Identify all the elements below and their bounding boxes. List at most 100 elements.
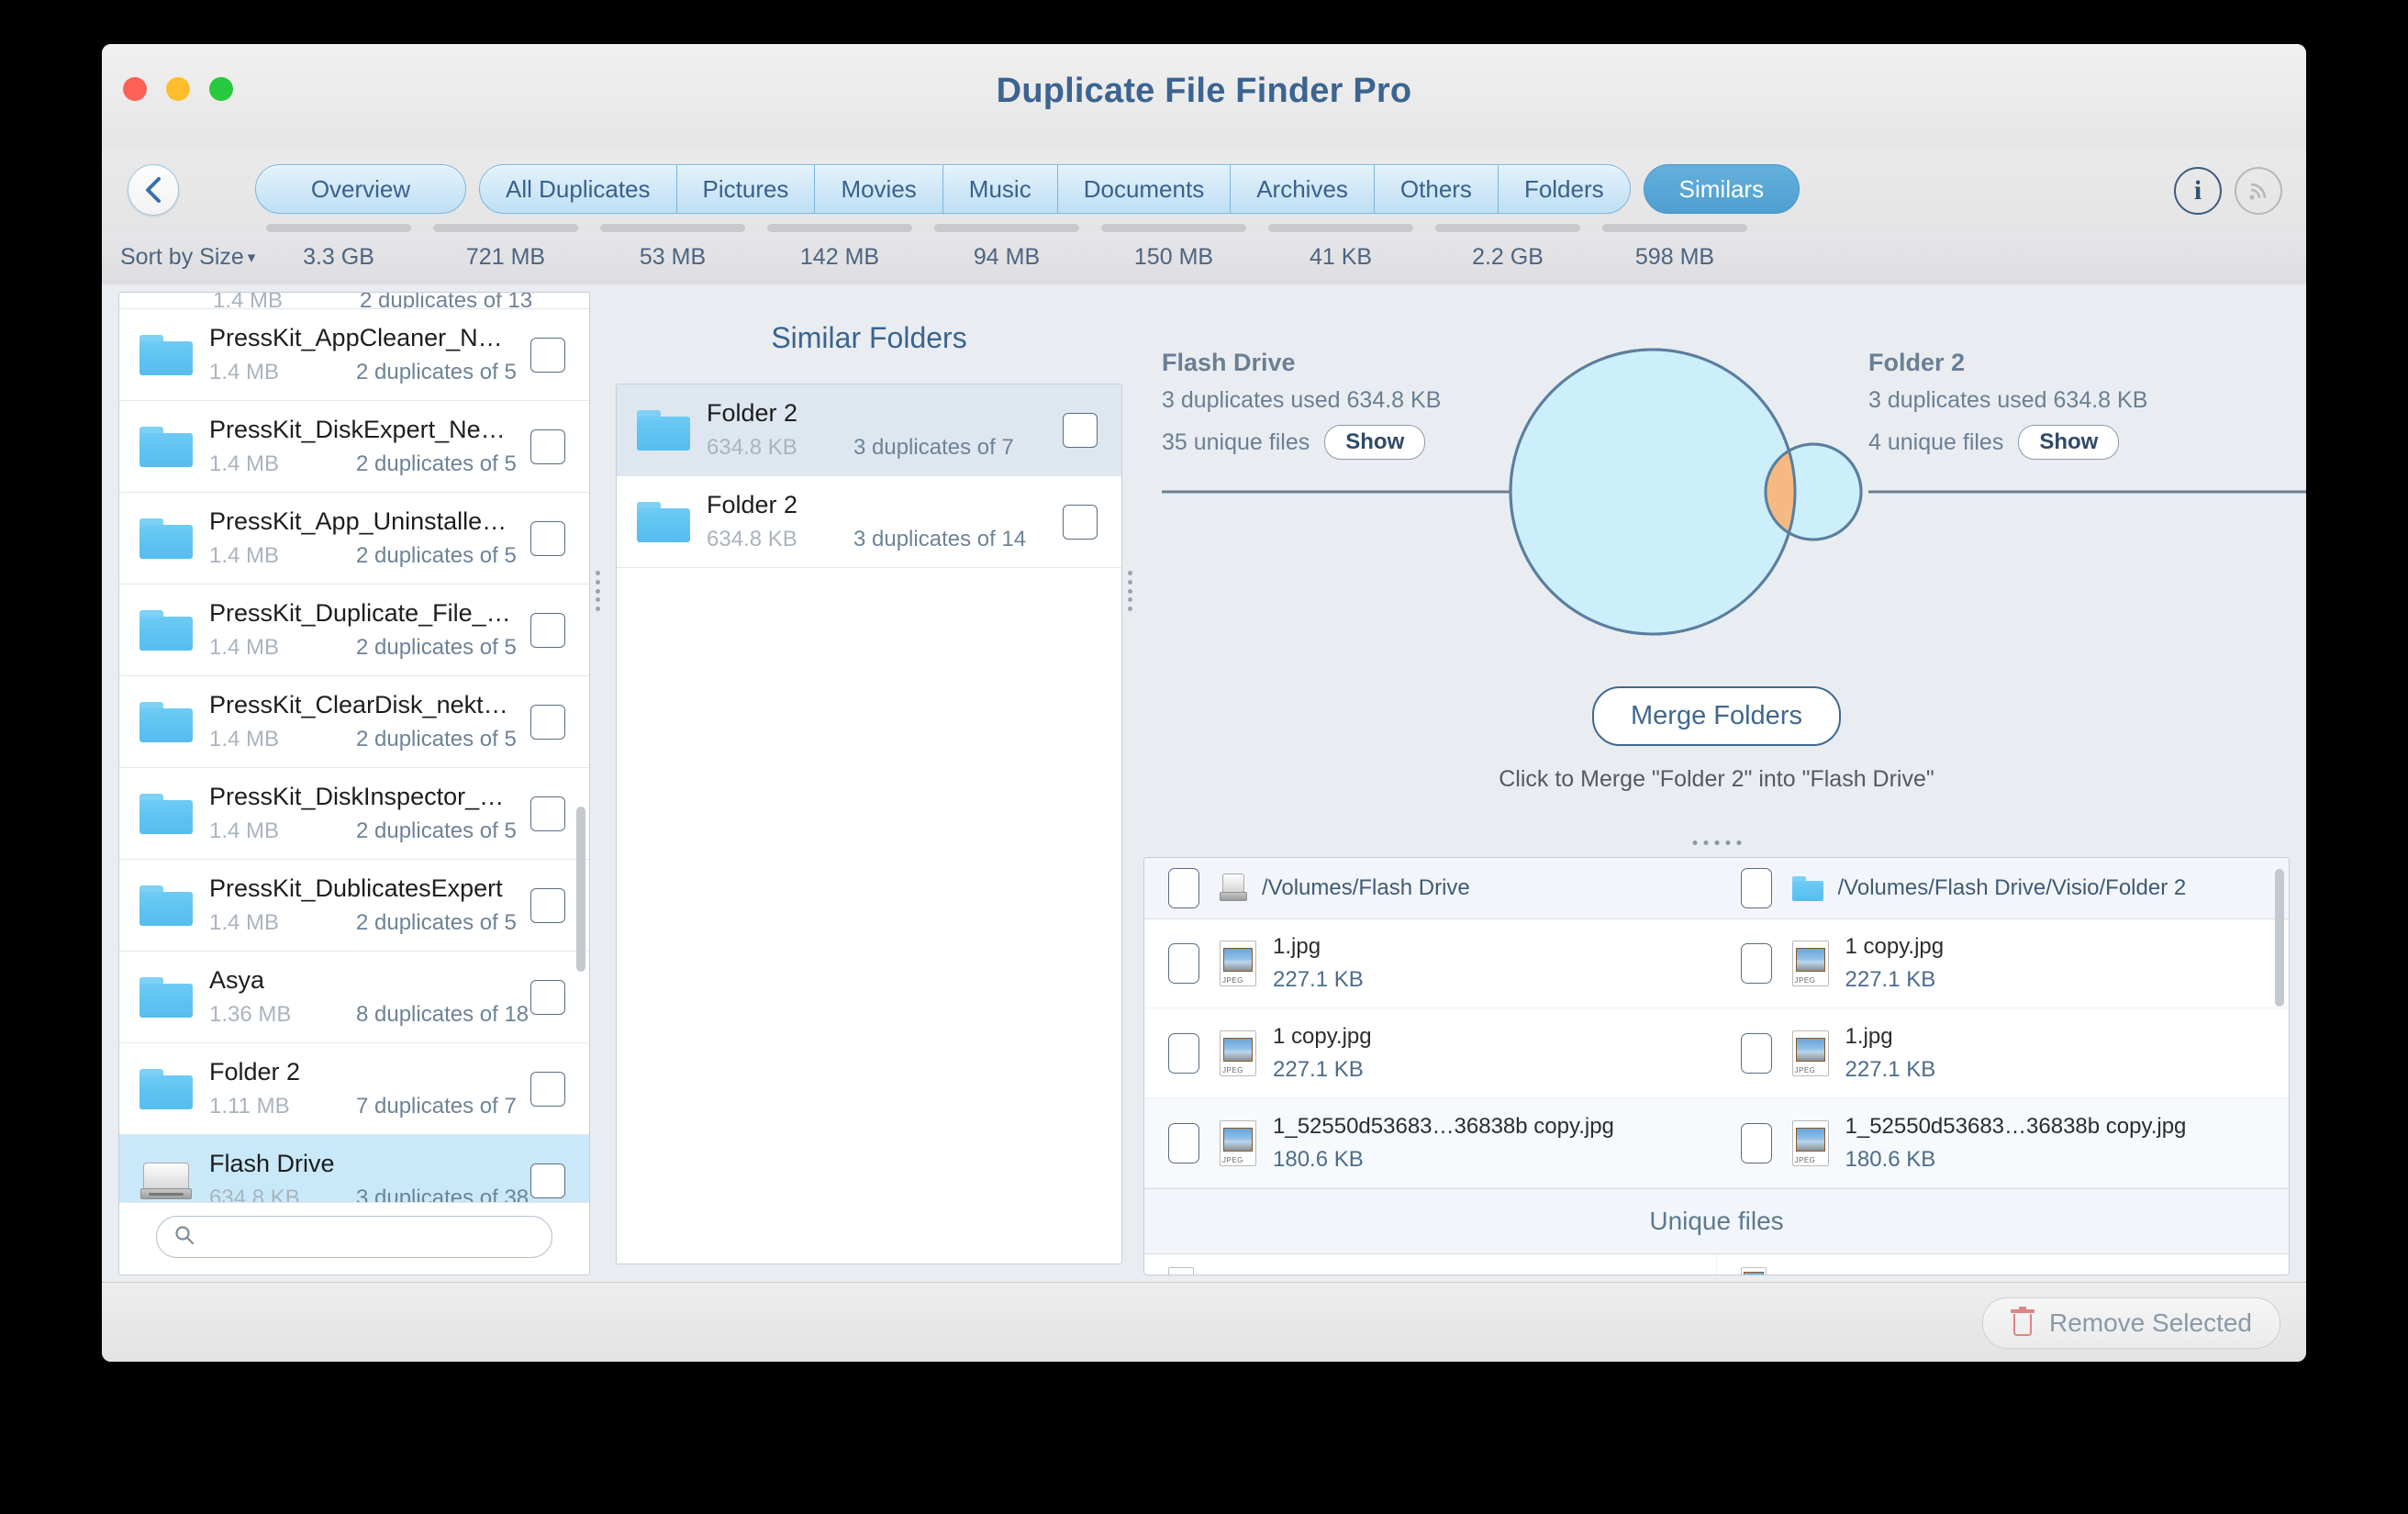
list-item-checkbox[interactable] [530, 612, 565, 648]
file-cell-left[interactable]: JPEG 1 copy.jpg 227.1 KB [1144, 1008, 1717, 1097]
divider-handle-right[interactable] [1128, 571, 1135, 611]
file-size: 0 B [1658, 1271, 1690, 1275]
list-item-checkbox[interactable] [530, 429, 565, 464]
unique-file-cell-left[interactable]: .com.apple.timemachine.supp… 0 B [1144, 1254, 1717, 1275]
list-item[interactable]: PressKit_ClearDisk_nekt… 1.4 MB 2 duplicat… [119, 676, 589, 768]
search-box[interactable] [156, 1216, 552, 1258]
list-item[interactable]: PressKit_DiskExpert_Ne… 1.4 MB 2 duplicate… [119, 401, 589, 493]
tab-pictures[interactable]: Pictures [677, 165, 816, 213]
unique-files-title: Unique files [1144, 1188, 2289, 1254]
file-checkbox[interactable] [1740, 1032, 1772, 1074]
folder-icon [139, 976, 193, 1018]
file-checkbox[interactable] [1168, 1122, 1199, 1163]
file-cell-left[interactable]: JPEG 1_52550d53683…36838b copy.jpg 180.6 K… [1144, 1098, 1717, 1187]
file-table-scrollbar[interactable] [2275, 869, 2284, 1007]
venn-left-show-button[interactable]: Show [1324, 425, 1426, 460]
search-input[interactable] [205, 1223, 534, 1251]
tab-pip [934, 224, 1079, 232]
table-row[interactable]: JPEG 1.jpg 227.1 KB JPEG 1 copy.jpg 227.1 KB [1144, 918, 2289, 1008]
list-item[interactable]: Asya 1.36 MB 8 duplicates of 18 [119, 952, 589, 1043]
list-item[interactable]: PressKit_Duplicate_File_… 1.4 MB 2 duplica… [119, 584, 589, 676]
tab-pip [600, 224, 745, 232]
list-item[interactable]: 1.4 MB 2 duplicates of 13 [119, 293, 589, 309]
info-icon[interactable]: i [2174, 167, 2222, 215]
list-item-duplicates: 3 duplicates of 7 [853, 435, 1014, 460]
file-cell-left[interactable]: JPEG 1.jpg 227.1 KB [1144, 918, 1717, 1007]
drive-icon [139, 1161, 193, 1201]
list-item-checkbox[interactable] [530, 979, 565, 1015]
list-item-checkbox[interactable] [530, 796, 565, 831]
list-item-checkbox[interactable] [1063, 412, 1098, 448]
list-item-checkbox[interactable] [1063, 504, 1098, 540]
similar-folders-list[interactable]: Folder 2 634.8 KB 3 duplicates of 7 Folder … [616, 384, 1122, 1264]
merge-folders-button[interactable]: Merge Folders [1592, 686, 1841, 746]
list-item-size: 1.36 MB [209, 1002, 292, 1027]
list-item[interactable]: Folder 2 634.8 KB 3 duplicates of 7 [617, 384, 1121, 476]
resize-grip[interactable] [1692, 840, 1741, 845]
tab-size-value: 94 MB [973, 244, 1041, 270]
file-checkbox[interactable] [1740, 942, 1772, 984]
list-item-checkbox[interactable] [530, 520, 565, 556]
folder-icon [1791, 875, 1823, 901]
table-row[interactable]: JPEG 1_52550d53683…36838b copy.jpg 180.6 K… [1144, 1098, 2289, 1188]
file-table-body[interactable]: JPEG 1.jpg 227.1 KB JPEG 1 copy.jpg 227.1 KB J… [1144, 918, 2289, 1275]
list-item[interactable]: Folder 2 1.11 MB 7 duplicates of 7 [119, 1043, 589, 1135]
tab-pip [1101, 224, 1246, 232]
table-row[interactable]: .com.apple.timemachine.supp… 0 B ocean cop… [1144, 1254, 2289, 1275]
duplicates-list[interactable]: 1.4 MB 2 duplicates of 13 PressKit_AppClea… [119, 293, 589, 1203]
list-item-duplicates: 2 duplicates of 5 [356, 635, 517, 660]
tab-similars[interactable]: Similars [1643, 164, 1800, 214]
list-item[interactable]: PressKit_DublicatesExpert 1.4 MB 2 duplica… [119, 860, 589, 952]
file-checkbox[interactable] [1740, 1122, 1772, 1163]
app-window: Duplicate File Finder Pro Overview All D… [102, 44, 2306, 1362]
tab-overview[interactable]: Overview [255, 164, 466, 214]
tab-pip [1602, 224, 1747, 232]
tab-archives[interactable]: Archives [1231, 165, 1375, 213]
tab-all-duplicates[interactable]: All Duplicates [480, 165, 677, 213]
tab-music[interactable]: Music [943, 165, 1058, 213]
sort-by-dropdown[interactable]: Sort by Size ▾ [120, 244, 255, 271]
list-item-duplicates: 7 duplicates of 7 [356, 1094, 517, 1119]
list-item-checkbox[interactable] [530, 704, 565, 740]
folder-icon [139, 885, 193, 926]
remove-selected-button[interactable]: Remove Selected [1981, 1297, 2280, 1349]
list-item[interactable]: PressKit_DiskInspector_… 1.4 MB 2 duplicat… [119, 768, 589, 860]
unique-file-cell-right[interactable]: ocean copy 2.jpg 22.5 KB [1717, 1254, 2290, 1275]
select-all-left-checkbox[interactable] [1168, 868, 1199, 908]
tab-documents[interactable]: Documents [1058, 165, 1232, 213]
venn-right-show-button[interactable]: Show [2018, 425, 2120, 460]
rss-icon[interactable] [2235, 167, 2282, 215]
select-all-right-checkbox[interactable] [1740, 868, 1772, 908]
list-item[interactable]: Flash Drive 634.8 KB 3 duplicates of 38 [119, 1135, 589, 1203]
folder-icon [139, 793, 193, 834]
list-item-text: Folder 2 634.8 KB 3 duplicates of 7 [707, 399, 1063, 461]
list-item-checkbox[interactable] [530, 1163, 565, 1198]
list-item[interactable]: PressKit_AppCleaner_N… 1.4 MB 2 duplicates… [119, 309, 589, 401]
venn-right-info: Folder 2 3 duplicates used 634.8 KB 4 un… [1868, 349, 2306, 460]
list-item-name: PressKit_DiskInspector_… [209, 783, 505, 810]
tab-others[interactable]: Others [1375, 165, 1499, 213]
list-item-checkbox[interactable] [530, 337, 565, 373]
back-button[interactable] [128, 164, 179, 216]
table-row[interactable]: JPEG 1 copy.jpg 227.1 KB JPEG 1.jpg 227.1 KB [1144, 1008, 2289, 1098]
divider-handle-left[interactable] [596, 571, 603, 611]
file-cell-right[interactable]: JPEG 1.jpg 227.1 KB [1717, 1008, 2290, 1097]
file-cell-right[interactable]: JPEG 1 copy.jpg 227.1 KB [1717, 918, 2290, 1007]
file-checkbox[interactable] [1168, 1032, 1199, 1074]
list-item-checkbox[interactable] [530, 1071, 565, 1107]
file-size: 227.1 KB [1845, 1056, 1936, 1082]
sidebar-scrollbar[interactable] [576, 807, 585, 972]
file-checkbox[interactable] [1168, 942, 1199, 984]
file-size: 227.1 KB [1273, 1056, 1364, 1082]
tab-movies[interactable]: Movies [815, 165, 943, 213]
list-item-duplicates: 8 duplicates of 18 [356, 1002, 530, 1027]
tab-folders[interactable]: Folders [1499, 165, 1630, 213]
list-item-text: PressKit_DublicatesExpert 1.4 MB 2 duplica… [209, 874, 530, 936]
list-item-checkbox[interactable] [530, 887, 565, 923]
file-cell-right[interactable]: JPEG 1_52550d53683…36838b copy.jpg 180.6 K… [1717, 1098, 2290, 1187]
file-name: ocean copy 2.jpg [1783, 1271, 2178, 1275]
list-item[interactable]: Folder 2 634.8 KB 3 duplicates of 14 [617, 476, 1121, 568]
list-item[interactable]: PressKit_App_Uninstalle… 1.4 MB 2 duplicat… [119, 493, 589, 584]
content-area: 1.4 MB 2 duplicates of 13 PressKit_AppClea… [102, 284, 2306, 1283]
merge-area: Merge Folders Click to Merge "Folder 2" … [1143, 686, 2290, 793]
